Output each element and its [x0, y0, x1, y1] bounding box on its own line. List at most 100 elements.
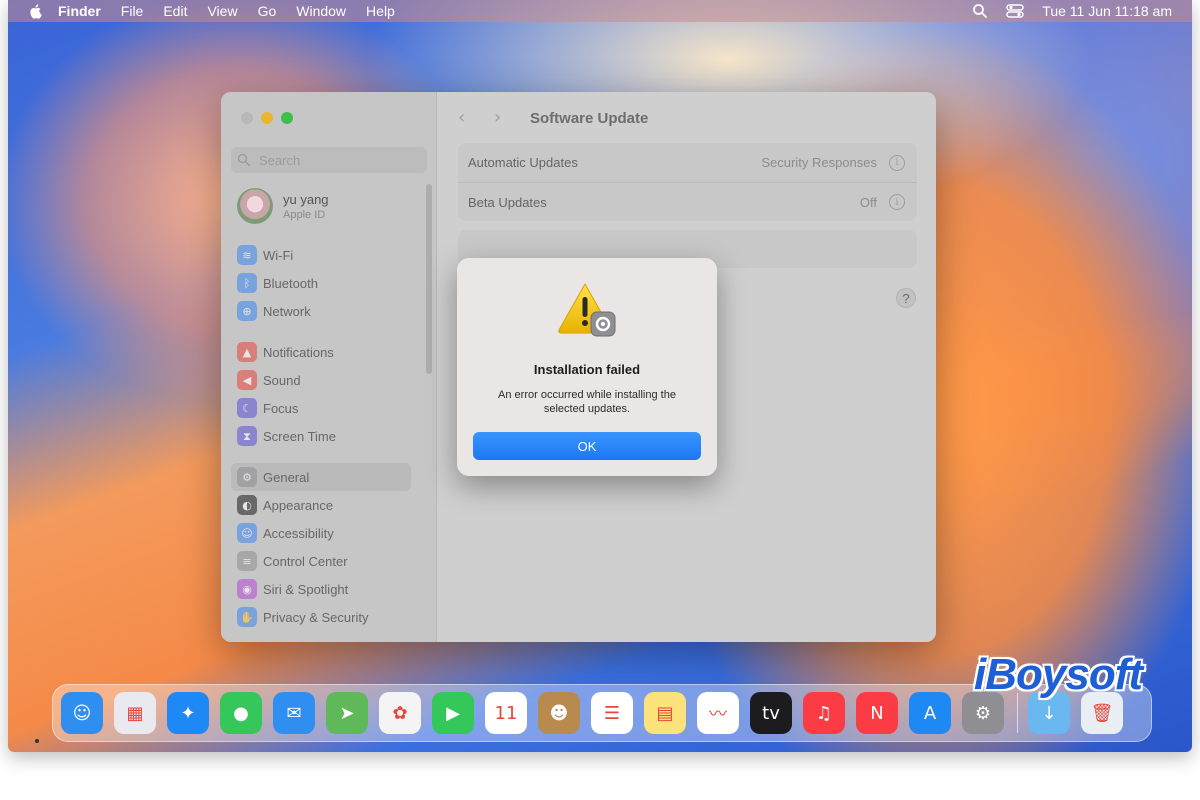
sound-glyph: ◀	[242, 373, 252, 387]
row-value: Security Responses	[761, 155, 877, 170]
sidebar-item-label: Sound	[263, 372, 301, 388]
sidebar-item-general[interactable]: ⚙ General	[231, 463, 411, 491]
sidebar-item-label: Notifications	[263, 344, 334, 360]
menu-file[interactable]: File	[121, 3, 144, 19]
sidebar-item-label: Privacy & Security	[263, 609, 369, 625]
privacy-glyph: ✋	[240, 610, 254, 624]
news-dock-icon[interactable]: N	[856, 692, 898, 734]
notifications-icon: ▲	[237, 342, 257, 362]
sidebar-item-sound[interactable]: ◀ Sound	[231, 366, 427, 394]
alert-dialog: Installation failed An error occurred wh…	[457, 258, 717, 476]
apple-icon[interactable]	[28, 3, 44, 19]
dialog-message: An error occurred while installing the s…	[498, 389, 676, 415]
finder-dock-icon[interactable]: ☺	[61, 692, 103, 734]
launchpad-dock-icon[interactable]: ▦	[114, 692, 156, 734]
sidebar-item-label: General	[263, 469, 310, 485]
reminders-dock-icon[interactable]: ☰	[591, 692, 633, 734]
bluetooth-icon: ᛒ	[237, 273, 257, 293]
contacts-dock-icon[interactable]: ☻	[538, 692, 580, 734]
general-glyph: ⚙	[242, 470, 252, 484]
maps-dock-icon[interactable]: ➤	[326, 692, 368, 734]
sidebar-item-siri-spotlight[interactable]: ◉ Siri & Spotlight	[231, 575, 427, 603]
siri-glyph: ◉	[242, 582, 252, 596]
freeform-dock-icon[interactable]: 〰	[697, 692, 739, 734]
appearance-glyph: ◐	[242, 498, 252, 512]
accessibility-glyph: ☺	[241, 526, 253, 540]
beta-updates-row[interactable]: Beta Updates Off i	[458, 182, 917, 221]
sidebar-item-label: Appearance	[263, 497, 334, 513]
notifications-glyph: ▲	[242, 345, 252, 359]
back-chevron-icon[interactable]: ‹	[458, 109, 472, 127]
sidebar-group-general: ⚙ General ◐ Appearance ☺ Accessibility ≡…	[231, 463, 427, 631]
update-settings-group: Automatic Updates Security Responses i B…	[458, 143, 917, 221]
sidebar-item-label: Wi-Fi	[263, 247, 294, 263]
sidebar-item-privacy-security[interactable]: ✋ Privacy & Security	[231, 603, 427, 631]
screen-time-glyph: ⧗	[243, 429, 251, 443]
profile-name: yu yang	[283, 191, 329, 207]
general-icon: ⚙	[237, 467, 257, 487]
row-label: Beta Updates	[468, 194, 547, 210]
music-dock-icon[interactable]: ♫	[803, 692, 845, 734]
control-center-icon[interactable]	[1006, 3, 1025, 19]
notes-dock-icon[interactable]: ▤	[644, 692, 686, 734]
sidebar-item-label: Control Center	[263, 553, 348, 569]
control-center-glyph: ≡	[242, 554, 252, 568]
sidebar-item-label: Screen Time	[263, 428, 336, 444]
sidebar-item-label: Focus	[263, 400, 299, 416]
menu-window[interactable]: Window	[296, 3, 346, 19]
sidebar-item-screen-time[interactable]: ⧗ Screen Time	[231, 422, 427, 450]
focus-glyph: ☾	[242, 401, 252, 415]
accessibility-icon: ☺	[237, 523, 257, 543]
spotlight-search-icon[interactable]	[972, 3, 988, 19]
ok-button[interactable]: OK	[473, 432, 701, 460]
safari-dock-icon[interactable]: ✦	[167, 692, 209, 734]
sidebar-group-network: ≋ Wi-Fi ᛒ Bluetooth ⊕ Network	[231, 241, 427, 325]
facetime-dock-icon[interactable]: ▶	[432, 692, 474, 734]
sidebar-search-field[interactable]: Search	[231, 147, 427, 173]
warning-icon	[558, 282, 616, 337]
focus-icon: ☾	[237, 398, 257, 418]
menu-bar-clock[interactable]: Tue 11 Jun 11:18 am	[1042, 3, 1172, 19]
sidebar-item-appearance[interactable]: ◐ Appearance	[231, 491, 427, 519]
photos-dock-icon[interactable]: ✿	[379, 692, 421, 734]
info-icon[interactable]: i	[889, 194, 905, 210]
control-center-icon: ≡	[237, 551, 257, 571]
wifi-icon: ≋	[237, 245, 257, 265]
search-icon	[237, 153, 251, 167]
window-zoom-button[interactable]	[281, 112, 293, 124]
window-minimize-button[interactable]	[261, 112, 273, 124]
mail-dock-icon[interactable]: ✉	[273, 692, 315, 734]
window-close-button[interactable]	[241, 112, 253, 124]
row-label: Automatic Updates	[468, 155, 578, 170]
row-value: Off	[859, 194, 877, 210]
sidebar-item-bluetooth[interactable]: ᛒ Bluetooth	[231, 269, 427, 297]
appearance-icon: ◐	[237, 495, 257, 515]
automatic-updates-row[interactable]: Automatic Updates Security Responses i	[458, 143, 917, 182]
sidebar-item-accessibility[interactable]: ☺ Accessibility	[231, 519, 427, 547]
help-button[interactable]: ?	[896, 288, 916, 308]
running-indicator	[35, 739, 39, 743]
menu-go[interactable]: Go	[258, 3, 277, 19]
sidebar-item-wifi[interactable]: ≋ Wi-Fi	[231, 241, 427, 269]
sidebar-item-focus[interactable]: ☾ Focus	[231, 394, 427, 422]
sidebar-item-label: Accessibility	[263, 525, 334, 541]
sidebar-item-control-center[interactable]: ≡ Control Center	[231, 547, 427, 575]
sidebar-group-notifications: ▲ Notifications ◀ Sound ☾ Focus ⧗ Screen…	[231, 338, 427, 450]
network-glyph: ⊕	[242, 304, 252, 318]
menu-edit[interactable]: Edit	[163, 3, 187, 19]
apple-id-profile[interactable]: yu yang Apple ID	[237, 188, 329, 224]
messages-dock-icon[interactable]: ●	[220, 692, 262, 734]
menu-finder[interactable]: Finder	[58, 3, 101, 19]
sound-icon: ◀	[237, 370, 257, 390]
privacy-icon: ✋	[237, 607, 257, 627]
menu-view[interactable]: View	[207, 3, 237, 19]
calendar-dock-icon[interactable]: 11	[485, 692, 527, 734]
info-icon[interactable]: i	[889, 154, 905, 171]
sidebar-item-notifications[interactable]: ▲ Notifications	[231, 338, 427, 366]
tv-dock-icon[interactable]: tv	[750, 692, 792, 734]
sidebar-item-network[interactable]: ⊕ Network	[231, 297, 427, 325]
screen-time-icon: ⧗	[237, 426, 257, 446]
menu-help[interactable]: Help	[366, 3, 395, 19]
app-store-dock-icon[interactable]: A	[909, 692, 951, 734]
forward-chevron-icon[interactable]: ›	[494, 109, 508, 127]
